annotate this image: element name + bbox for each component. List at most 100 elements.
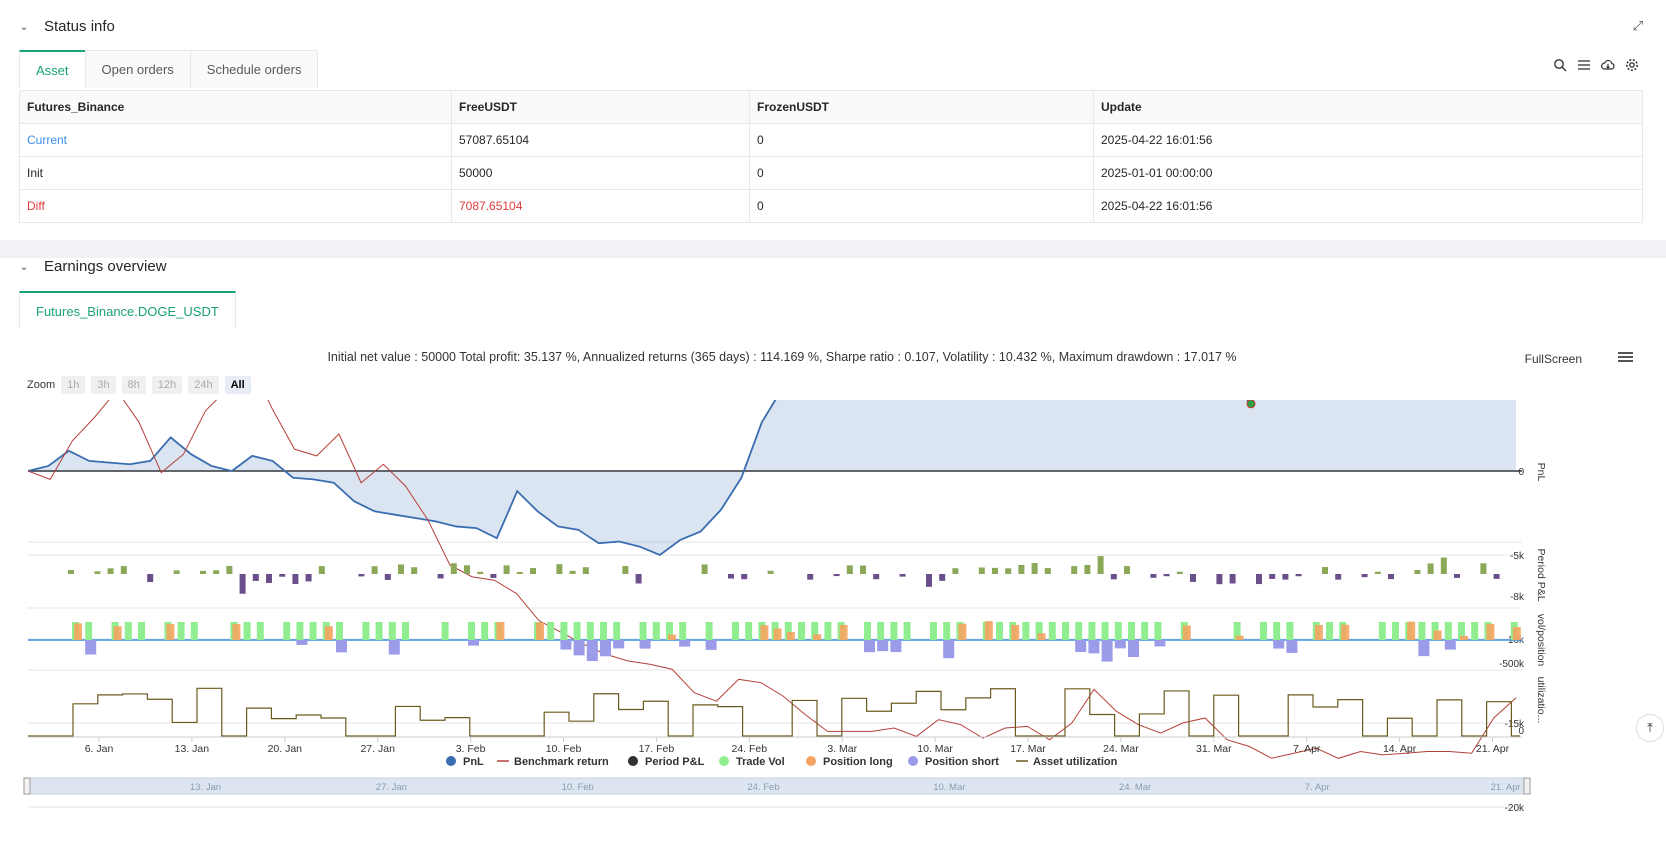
period-pnl-bar (1335, 574, 1342, 580)
earnings-chart[interactable]: 15k10k5k0-5k-10k-15k-20kPnLPeriod P&Lvol… (0, 400, 1666, 850)
period-pnl-bar (582, 567, 589, 574)
trade-vol-bar (402, 622, 409, 640)
position-short-bar (85, 640, 97, 655)
cloud-download-icon[interactable] (1601, 58, 1615, 72)
tab-doge-usdt[interactable]: Futures_Binance.DOGE_USDT (19, 291, 236, 329)
zoom-24h-button[interactable]: 24h (188, 376, 219, 394)
period-pnl-bar (516, 571, 523, 574)
trade-vol-bar (1088, 622, 1096, 640)
col-header: FreeUSDT (451, 90, 750, 124)
table-row: Init 50000 0 2025-01-01 00:00:00 (19, 156, 1643, 190)
position-long-bar (324, 626, 333, 640)
period-pnl-bar (807, 574, 814, 580)
trade-vol-bar (1101, 622, 1109, 640)
gear-icon[interactable] (1625, 58, 1639, 72)
trade-vol-bar (296, 622, 304, 640)
position-long-bar (984, 621, 993, 640)
expand-icon[interactable]: ⤢ (1633, 18, 1643, 34)
status-title: Status info (44, 18, 115, 35)
period-pnl-bar (1440, 557, 1447, 574)
period-pnl-bar (728, 574, 734, 579)
trade-marker (1246, 400, 1256, 409)
period-pnl-bar (1124, 566, 1130, 574)
pnl-area (28, 400, 1516, 555)
chevron-down-icon[interactable]: ⌄ (18, 261, 30, 273)
period-pnl-bar (1322, 567, 1328, 574)
position-short-bar (560, 640, 572, 650)
period-pnl-bar (873, 574, 880, 580)
period-pnl-bar (1480, 563, 1487, 574)
navigator-label: 27. Jan (376, 782, 407, 793)
earnings-tabs: Futures_Binance.DOGE_USDT (19, 291, 236, 329)
period-pnl-bar (992, 567, 998, 574)
earnings-panel: ⌄ Earnings overview Futures_Binance.DOGE… (0, 258, 1666, 850)
x-tick-label: 13. Jan (175, 743, 210, 755)
trade-vol-bar (138, 622, 145, 640)
menu-icon[interactable] (1618, 350, 1633, 364)
tab-asset[interactable]: Asset (19, 50, 86, 88)
position-short-bar (296, 640, 308, 645)
list-icon[interactable] (1577, 58, 1591, 72)
zoom-3h-button[interactable]: 3h (91, 376, 116, 394)
table-cell: 0 (749, 123, 1094, 157)
zoom-8h-button[interactable]: 8h (121, 376, 146, 394)
period-pnl-bar (411, 567, 418, 574)
period-pnl-bar (1110, 574, 1117, 580)
period-pnl-bar (1282, 574, 1289, 580)
period-pnl-bar (1190, 574, 1196, 582)
zoom-1h-button[interactable]: 1h (61, 376, 86, 394)
period-pnl-bar (860, 565, 866, 574)
period-pnl-bar (503, 565, 510, 574)
y-tick-label: -8k (1510, 592, 1525, 603)
position-short-bar (1114, 640, 1126, 649)
trade-vol-bar (573, 622, 581, 640)
period-pnl-bar (1005, 568, 1012, 574)
period-pnl-bar (477, 571, 484, 574)
period-pnl-bar (939, 574, 946, 581)
period-pnl-bar (1150, 574, 1157, 578)
period-pnl-bar (358, 574, 365, 577)
position-long-bar (786, 631, 795, 640)
trade-vol-bar (441, 622, 449, 640)
earnings-title: Earnings overview (44, 258, 167, 275)
fullscreen-button[interactable]: FullScreen (1525, 352, 1582, 366)
earnings-header[interactable]: ⌄ Earnings overview (18, 258, 167, 275)
period-pnl-bar (213, 570, 220, 574)
zoom-12h-button[interactable]: 12h (151, 376, 183, 394)
x-tick-label: 14. Apr (1383, 743, 1417, 755)
period-pnl-bar (1295, 574, 1302, 577)
table-cell: 50000 (451, 156, 750, 190)
status-header[interactable]: ⌄ Status info (18, 18, 115, 35)
table-cell: 2025-04-22 16:01:56 (1093, 123, 1643, 157)
trade-vol-bar (362, 622, 370, 640)
position-long-bar (166, 624, 175, 640)
period-pnl-bar (1374, 571, 1381, 574)
zoom-label: Zoom (27, 379, 56, 391)
period-pnl-bar (978, 567, 985, 574)
navigator-label: 24. Feb (747, 782, 779, 793)
trade-vol-bar (1378, 622, 1386, 640)
period-pnl-bar (490, 574, 497, 578)
zoom-all-button[interactable]: All (224, 376, 251, 394)
trade-vol-bar (1062, 622, 1069, 640)
scroll-top-button[interactable]: ⤒ (1636, 714, 1664, 742)
tab-open-orders[interactable]: Open orders (84, 50, 191, 88)
period-pnl-bar (1044, 568, 1051, 574)
chevron-down-icon[interactable]: ⌄ (18, 21, 30, 33)
x-tick-label: 27. Jan (360, 743, 395, 755)
period-pnl-bar (899, 574, 906, 577)
table-cell: 0 (749, 189, 1094, 223)
position-short-bar (679, 640, 691, 647)
trade-vol-bar (1444, 622, 1452, 640)
search-icon[interactable] (1553, 58, 1567, 72)
period-pnl-bar (622, 566, 629, 574)
row-label-current[interactable]: Current (19, 123, 452, 157)
navigator-label: 24. Mar (1119, 782, 1151, 793)
period-pnl-bar (701, 564, 708, 574)
axis-title: utilizatio... (1535, 677, 1547, 724)
period-pnl-bar (1256, 574, 1262, 585)
x-tick-label: 24. Feb (731, 743, 767, 755)
position-long-bar (496, 622, 505, 640)
tab-schedule-orders[interactable]: Schedule orders (189, 50, 319, 88)
table-cell: 2025-04-22 16:01:56 (1093, 189, 1643, 223)
